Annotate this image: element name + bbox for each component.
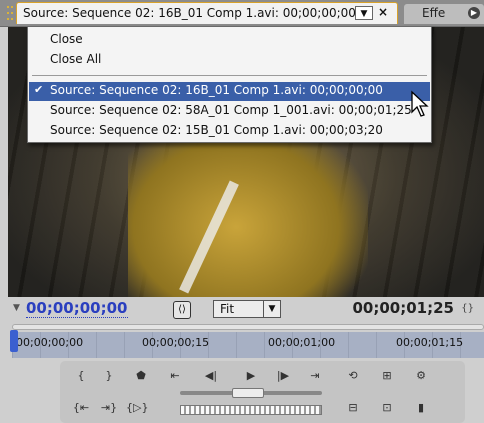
- playhead[interactable]: [10, 330, 18, 352]
- step-forward-icon[interactable]: |▶: [272, 367, 294, 385]
- transport-controls: { } ⬟ ⇤ ◀| ▶ |▶ ⇥ {⇤ ⇥} {▷} ⟲ ⊞ ⚙ ⊟ ⊡ ▮: [60, 361, 465, 423]
- overlay-icon[interactable]: ⊡: [376, 399, 398, 417]
- in-out-duration-icon[interactable]: {}: [461, 303, 474, 314]
- ruler-scale[interactable]: 00;00;00;00 00;00;00;15 00;00;01;00 00;0…: [12, 332, 484, 358]
- loop-icon[interactable]: ⟲: [342, 367, 364, 385]
- effects-tab[interactable]: Effe ▶: [404, 4, 484, 24]
- safe-margins-icon[interactable]: ⊞: [376, 367, 398, 385]
- triangle-down-icon[interactable]: ▼: [13, 303, 20, 313]
- menu-separator: [32, 75, 427, 76]
- source-tab-label: Source: Sequence 02: 16B_01 Comp 1.avi: …: [23, 6, 356, 20]
- menu-item-close-all[interactable]: Close All: [50, 52, 101, 66]
- current-timecode[interactable]: 00;00;00;00: [26, 299, 128, 318]
- ruler-label: 00;00;01;15: [396, 336, 464, 349]
- go-to-out-icon[interactable]: ⇥: [304, 367, 326, 385]
- marker-icon[interactable]: ⟨⟩: [173, 301, 191, 319]
- close-icon[interactable]: ×: [378, 5, 388, 19]
- duration-timecode: 00;00;01;25: [352, 299, 455, 317]
- panel-grip-icon[interactable]: [6, 4, 14, 20]
- insert-icon[interactable]: ⊟: [342, 399, 364, 417]
- chevron-down-icon[interactable]: ▼: [263, 301, 280, 317]
- jog-wheel[interactable]: [180, 405, 322, 415]
- go-to-next-marker-icon[interactable]: ⇥}: [98, 399, 120, 417]
- output-icon[interactable]: ⚙: [410, 367, 432, 385]
- ruler-label: 00;00;00;00: [16, 336, 84, 349]
- video-subject: [128, 117, 368, 297]
- menu-item-clip[interactable]: Source: Sequence 02: 16B_01 Comp 1.avi: …: [50, 83, 383, 97]
- panel-menu-icon[interactable]: ▶: [468, 7, 480, 19]
- menu-item-clip[interactable]: Source: Sequence 02: 15B_01 Comp 1.avi: …: [50, 123, 383, 137]
- play-in-to-out-icon[interactable]: {▷}: [126, 399, 148, 417]
- step-back-icon[interactable]: ◀|: [200, 367, 222, 385]
- set-marker-icon[interactable]: ⬟: [130, 367, 152, 385]
- source-monitor-tab[interactable]: Source: Sequence 02: 16B_01 Comp 1.avi: …: [16, 2, 398, 24]
- chevron-down-icon[interactable]: ▼: [355, 6, 373, 20]
- drag-video-icon[interactable]: ▮: [410, 399, 432, 417]
- timecode-row: ▼ 00;00;00;00 ⟨⟩ Fit ▼ 00;00;01;25 {}: [0, 297, 484, 321]
- mouse-cursor-icon: [411, 90, 429, 117]
- time-ruler[interactable]: 00;00;00;00 00;00;00;15 00;00;01;00 00;0…: [10, 324, 484, 358]
- set-out-icon[interactable]: }: [98, 367, 120, 385]
- ruler-label: 00;00;00;15: [142, 336, 210, 349]
- ruler-label: 00;00;01;00: [268, 336, 336, 349]
- effects-tab-label: Effe: [422, 6, 446, 20]
- checkmark-icon: ✔: [34, 83, 44, 96]
- menu-item-clip[interactable]: Source: Sequence 02: 58A_01 Comp 1_001.a…: [50, 103, 412, 117]
- zoom-value: Fit: [220, 302, 235, 316]
- menu-item-close[interactable]: Close: [50, 32, 83, 46]
- go-to-prev-marker-icon[interactable]: {⇤: [70, 399, 92, 417]
- go-to-in-icon[interactable]: ⇤: [164, 367, 186, 385]
- play-icon[interactable]: ▶: [240, 367, 262, 385]
- zoom-select[interactable]: Fit ▼: [213, 300, 281, 318]
- zoom-scroll-bar[interactable]: [12, 324, 484, 330]
- panel-tab-bar: Source: Sequence 02: 16B_01 Comp 1.avi: …: [0, 0, 484, 27]
- shuttle-handle[interactable]: [232, 388, 264, 398]
- source-clip-menu: Close Close All ✔ Source: Sequence 02: 1…: [27, 26, 432, 143]
- set-in-icon[interactable]: {: [70, 367, 92, 385]
